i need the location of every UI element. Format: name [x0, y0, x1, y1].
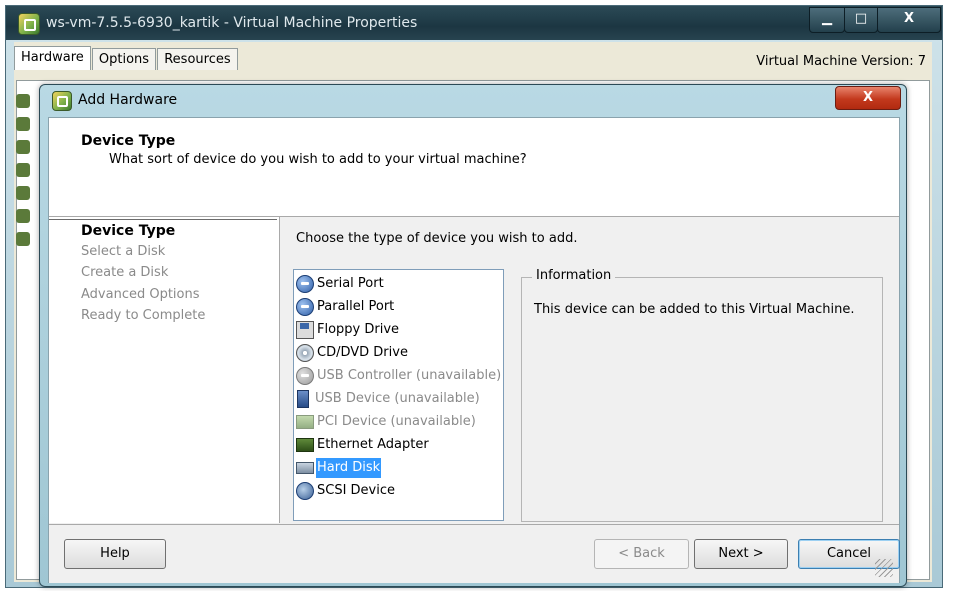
hardware-row-icon[interactable]	[16, 140, 30, 154]
list-item-scsi-device[interactable]: SCSI Device	[296, 481, 396, 501]
dialog-body: Device Type What sort of device do you w…	[48, 117, 900, 583]
list-item-cd-dvd-drive[interactable]: CD/DVD Drive	[296, 343, 409, 363]
wizard-header-title: Device Type	[81, 133, 176, 149]
usb-controller-icon	[296, 367, 314, 385]
usb-device-icon	[297, 390, 309, 408]
hardware-row-icon[interactable]	[16, 163, 30, 177]
vm-version-label: Virtual Machine Version: 7	[756, 54, 926, 69]
step-device-type[interactable]: Device Type	[81, 223, 175, 239]
outer-titlebar[interactable]: ws-vm-7.5.5-6930_kartik - Virtual Machin…	[6, 6, 942, 40]
step-advanced-options[interactable]: Advanced Options	[81, 287, 200, 302]
device-prompt: Choose the type of device you wish to ad…	[296, 231, 578, 246]
outer-close-button[interactable]: X	[877, 7, 941, 33]
list-item-pci-device[interactable]: PCI Device (unavailable)	[296, 412, 477, 432]
wizard-steps: Device Type Select a Disk Create a Disk …	[49, 217, 280, 523]
scsi-device-icon	[296, 482, 314, 500]
pci-device-icon	[296, 415, 314, 429]
minimize-button[interactable]: ▁	[809, 7, 845, 33]
tab-resources[interactable]: Resources	[157, 48, 238, 70]
hardware-row-icon[interactable]	[16, 209, 30, 223]
next-button[interactable]: Next >	[694, 539, 788, 569]
list-item-floppy-drive[interactable]: Floppy Drive	[296, 320, 400, 340]
help-button[interactable]: Help	[64, 539, 166, 569]
information-legend: Information	[532, 268, 616, 283]
ethernet-adapter-icon	[296, 438, 314, 452]
back-button[interactable]: < Back	[594, 539, 689, 569]
tab-options[interactable]: Options	[91, 48, 157, 70]
wizard-content: Choose the type of device you wish to ad…	[280, 217, 899, 523]
step-create-disk[interactable]: Create a Disk	[81, 265, 168, 280]
dialog-close-button[interactable]: X	[835, 86, 901, 110]
resize-grip[interactable]	[875, 559, 893, 577]
list-item-serial-port[interactable]: Serial Port	[296, 274, 385, 294]
floppy-drive-icon	[296, 321, 314, 339]
hardware-row-icon[interactable]	[16, 117, 30, 131]
properties-tabs: Hardware Options Resources	[14, 46, 238, 72]
cd-dvd-icon	[296, 344, 314, 362]
serial-port-icon	[296, 275, 314, 293]
list-item-usb-controller[interactable]: USB Controller (unavailable)	[296, 366, 502, 386]
hardware-row-icon[interactable]	[16, 232, 30, 246]
list-item-usb-device[interactable]: USB Device (unavailable)	[296, 389, 481, 409]
hardware-row-icon[interactable]	[16, 94, 30, 108]
add-hardware-dialog: Add Hardware X Device Type What sort of …	[39, 84, 907, 587]
hardware-row-icon[interactable]	[16, 186, 30, 200]
step-select-disk[interactable]: Select a Disk	[81, 244, 165, 259]
vsphere-app-icon	[18, 13, 40, 35]
wizard-footer: Help < Back Next > Cancel	[49, 524, 900, 583]
hard-disk-icon	[296, 462, 314, 474]
hardware-icon-strip	[16, 94, 34, 514]
tab-hardware[interactable]: Hardware	[14, 46, 91, 70]
dialog-title: Add Hardware	[78, 92, 178, 108]
wizard-header: Device Type What sort of device do you w…	[49, 118, 899, 217]
information-text: This device can be added to this Virtual…	[534, 302, 855, 317]
step-ready-to-complete[interactable]: Ready to Complete	[81, 308, 205, 323]
list-item-ethernet-adapter[interactable]: Ethernet Adapter	[296, 435, 430, 455]
wizard-header-subtitle: What sort of device do you wish to add t…	[109, 152, 527, 167]
steps-divider	[49, 219, 277, 220]
parallel-port-icon	[296, 298, 314, 316]
add-hardware-icon	[52, 91, 72, 111]
list-item-parallel-port[interactable]: Parallel Port	[296, 297, 395, 317]
outer-window-title: ws-vm-7.5.5-6930_kartik - Virtual Machin…	[46, 15, 418, 31]
maximize-button[interactable]: □	[844, 7, 878, 33]
list-item-hard-disk[interactable]: Hard Disk	[296, 458, 382, 478]
information-group: Information This device can be added to …	[521, 268, 883, 522]
device-type-list[interactable]: Serial Port Parallel Port Floppy Drive C…	[293, 269, 504, 521]
